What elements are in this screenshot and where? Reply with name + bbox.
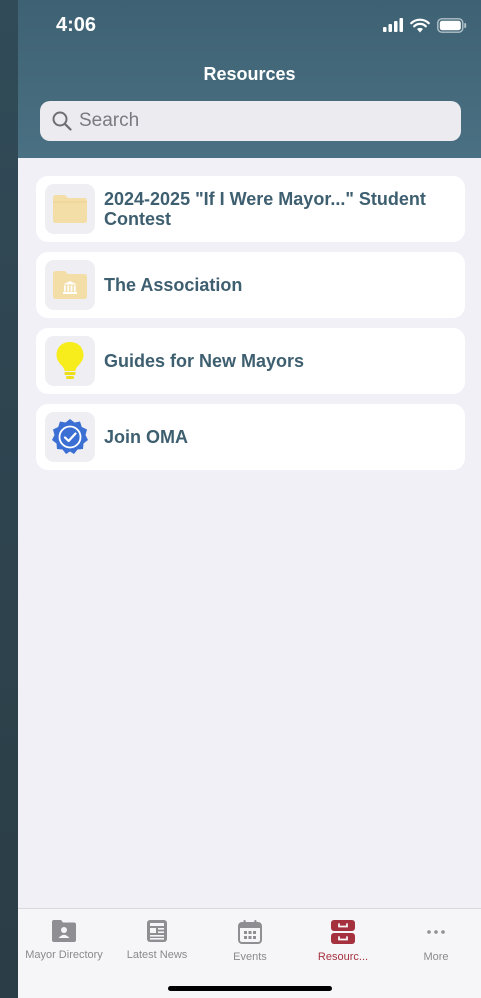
calendar-icon: [238, 920, 262, 944]
status-time: 4:06: [56, 14, 97, 36]
list-item-the-association[interactable]: The Association: [36, 252, 465, 318]
list-item-guides-new-mayors[interactable]: Guides for New Mayors: [36, 328, 465, 394]
tab-label: Mayor Directory: [25, 949, 103, 961]
list-item-student-contest[interactable]: 2024-2025 "If I Were Mayor..." Student C…: [36, 176, 465, 242]
background-strip: [0, 0, 18, 998]
badge-check-icon: [52, 419, 88, 454]
app-screen: 4:06 Resources Search 2024-2025 "If I We…: [18, 0, 481, 998]
newspaper-icon: [147, 920, 167, 942]
tab-mayor-directory[interactable]: Mayor Directory: [18, 919, 110, 975]
item-icon-tile: [45, 336, 95, 386]
tab-label: Events: [233, 951, 267, 963]
folder-icon: [53, 195, 87, 223]
item-icon-tile: [45, 412, 95, 462]
list-item-label: Guides for New Mayors: [104, 351, 305, 371]
search-input[interactable]: [79, 110, 439, 132]
resource-list: 2024-2025 "If I Were Mayor..." Student C…: [36, 176, 465, 480]
tab-more[interactable]: More: [390, 919, 481, 975]
tab-bar: Mayor Directory Latest News Events Resou…: [18, 908, 481, 998]
search-icon: [52, 111, 72, 131]
list-item-label: Join OMA: [104, 427, 188, 447]
tab-label: Resourc...: [317, 951, 369, 963]
battery-icon: [437, 17, 467, 33]
tab-events[interactable]: Events: [204, 919, 296, 975]
status-bar: 4:06: [18, 0, 481, 48]
home-indicator[interactable]: [168, 986, 332, 991]
list-item-label: The Association: [104, 275, 243, 295]
item-icon-tile: [45, 260, 95, 310]
archive-drawer-icon: [331, 920, 355, 944]
contact-folder-icon: [52, 920, 76, 942]
list-item-label: 2024-2025 "If I Were Mayor..." Student C…: [104, 189, 426, 229]
more-dots-icon: [427, 930, 445, 934]
nav-header: 4:06 Resources Search: [18, 0, 481, 158]
tab-resources[interactable]: Resourc...: [297, 919, 389, 975]
item-icon-tile: [45, 184, 95, 234]
tab-label: Latest News: [126, 949, 188, 961]
tab-latest-news[interactable]: Latest News: [111, 919, 203, 975]
tab-label: More: [423, 951, 449, 963]
list-item-join-oma[interactable]: Join OMA: [36, 404, 465, 470]
status-icons: [383, 15, 467, 35]
page-title: Resources: [203, 64, 296, 84]
folder-building-icon: [53, 271, 87, 299]
search-bar[interactable]: [40, 101, 461, 141]
signal-icon: [383, 18, 403, 32]
lightbulb-icon: [56, 342, 84, 379]
wifi-icon: [410, 18, 430, 32]
